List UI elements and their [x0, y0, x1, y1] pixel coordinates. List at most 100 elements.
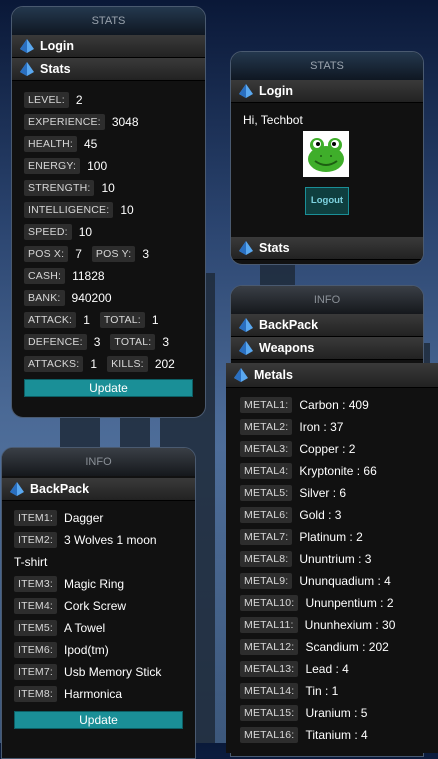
stat-value: 1 [90, 357, 98, 371]
metal-row: METAL3: Copper : 2 [240, 438, 438, 460]
stats-panel: STATS Login Stats LEVEL: 2 EXPERIENCE: 304… [11, 6, 206, 418]
metal-row: METAL10: Ununpentium : 2 [240, 592, 438, 614]
item-row: ITEM8: Harmonica [14, 683, 195, 705]
metal-label: METAL2: [240, 419, 293, 435]
metal-label: METAL10: [240, 595, 299, 611]
stats-section-toggle[interactable]: Stats [12, 58, 205, 81]
metal-value: Iron : 37 [299, 420, 344, 434]
stat-value: 45 [83, 137, 98, 151]
items-list: ITEM1: Dagger ITEM2: 3 Wolves 1 moon T-shirt… [2, 501, 195, 705]
backpack-section-label: BackPack [259, 318, 319, 332]
stat-value: 10 [120, 203, 134, 217]
item-label: ITEM6: [14, 642, 58, 658]
item-row: ITEM2: 3 Wolves 1 moon [14, 529, 195, 551]
stat-row-cash: CASH: 11828 [24, 265, 193, 287]
stat-value: 3 [93, 335, 101, 349]
metal-label: METAL7: [240, 529, 293, 545]
stat-value: 11828 [72, 269, 105, 283]
metal-label: METAL5: [240, 485, 293, 501]
frog-avatar-icon [308, 138, 344, 172]
item-value-continued: T-shirt [14, 555, 48, 569]
metal-label: METAL6: [240, 507, 293, 523]
stat-value: 100 [87, 159, 108, 173]
metal-label: METAL16: [240, 727, 299, 743]
stat-value: 10 [78, 225, 93, 239]
stat-label: TOTAL: [110, 334, 156, 350]
metal-value: Copper : 2 [299, 442, 356, 456]
stat-label: EXPERIENCE: [24, 114, 105, 130]
greeting-text: Hi, Techbot [243, 113, 303, 127]
metal-value: Ununtrium : 3 [299, 552, 372, 566]
metal-value: Carbon : 409 [299, 398, 369, 412]
metal-label: METAL13: [240, 661, 299, 677]
blue-gem-icon [10, 482, 24, 496]
logout-button[interactable]: Logout [305, 187, 349, 215]
stat-label: DEFENCE: [24, 334, 87, 350]
login-section-label: Login [259, 84, 294, 98]
stat-value: 3048 [111, 115, 139, 129]
backpack-section-toggle[interactable]: BackPack [2, 478, 195, 501]
stat-label: ATTACK: [24, 312, 77, 328]
metal-row: METAL11: Ununhexium : 30 [240, 614, 438, 636]
metal-value: Uranium : 5 [305, 706, 368, 720]
metal-label: METAL3: [240, 441, 293, 457]
stat-label: ATTACKS: [24, 356, 84, 372]
item-value: A Towel [64, 621, 106, 635]
item-value: Cork Screw [64, 599, 127, 613]
metals-section-toggle[interactable]: Metals [226, 363, 438, 388]
stat-label: ENERGY: [24, 158, 81, 174]
stats-section-label: Stats [259, 241, 290, 255]
stat-row-level: LEVEL: 2 [24, 89, 193, 111]
stat-value: 10 [101, 181, 115, 195]
metal-row: METAL4: Kryptonite : 66 [240, 460, 438, 482]
stat-row-speed: SPEED: 10 [24, 221, 193, 243]
item-row: ITEM5: A Towel [14, 617, 195, 639]
metal-label: METAL15: [240, 705, 299, 721]
metal-value: Ununquadium : 4 [299, 574, 391, 588]
stat-label: LEVEL: [24, 92, 69, 108]
stat-row-position: POS X: 7 POS Y: 3 [24, 243, 193, 265]
metal-value: Ununpentium : 2 [305, 596, 394, 610]
metal-label: METAL9: [240, 573, 293, 589]
stat-label: CASH: [24, 268, 66, 284]
stat-row-bank: BANK: 940200 [24, 287, 193, 309]
metal-row: METAL12: Scandium : 202 [240, 636, 438, 658]
backpack-section-label: BackPack [30, 482, 90, 496]
stat-label: POS Y: [91, 246, 136, 262]
stat-label: SPEED: [24, 224, 72, 240]
stat-label: TOTAL: [99, 312, 145, 328]
item-row: ITEM1: Dagger [14, 507, 195, 529]
metal-label: METAL14: [240, 683, 299, 699]
stat-value: 3 [142, 247, 150, 261]
info-panel-left: INFO BackPack ITEM1: Dagger ITEM2: 3 Wolves… [1, 447, 196, 759]
weapons-section-toggle[interactable]: Weapons [231, 337, 423, 360]
metal-value: Scandium : 202 [305, 640, 389, 654]
item-label: ITEM8: [14, 686, 58, 702]
login-section-toggle[interactable]: Login [231, 80, 423, 103]
stat-row-experience: EXPERIENCE: 3048 [24, 111, 193, 133]
metal-label: METAL12: [240, 639, 299, 655]
backpack-update-button[interactable]: Update [14, 711, 183, 729]
stat-label: INTELLIGENCE: [24, 202, 114, 218]
metal-label: METAL11: [240, 617, 298, 633]
metal-value: Platinum : 2 [299, 530, 363, 544]
metals-list: METAL1: Carbon : 409 METAL2: Iron : 37 METAL… [226, 388, 438, 746]
login-section-label: Login [40, 39, 75, 53]
login-section-toggle[interactable]: Login [12, 35, 205, 58]
update-wrap: Update [2, 705, 195, 729]
stats-panel-header: STATS [12, 7, 205, 35]
stats-update-button[interactable]: Update [24, 379, 193, 397]
backpack-section-toggle[interactable]: BackPack [231, 314, 423, 337]
blue-gem-icon [239, 241, 253, 255]
stat-row-strength: STRENGTH: 10 [24, 177, 193, 199]
item-value: Usb Memory Stick [64, 665, 162, 679]
item-value: 3 Wolves 1 moon [64, 533, 157, 547]
stat-label: BANK: [24, 290, 65, 306]
metal-row: METAL2: Iron : 37 [240, 416, 438, 438]
metal-value: Kryptonite : 66 [299, 464, 377, 478]
metal-row: METAL1: Carbon : 409 [240, 394, 438, 416]
login-body: Hi, Techbot Logout [231, 103, 423, 237]
stat-label: POS X: [24, 246, 69, 262]
metal-value: Titanium : 4 [305, 728, 368, 742]
stats-section-toggle[interactable]: Stats [231, 237, 423, 260]
